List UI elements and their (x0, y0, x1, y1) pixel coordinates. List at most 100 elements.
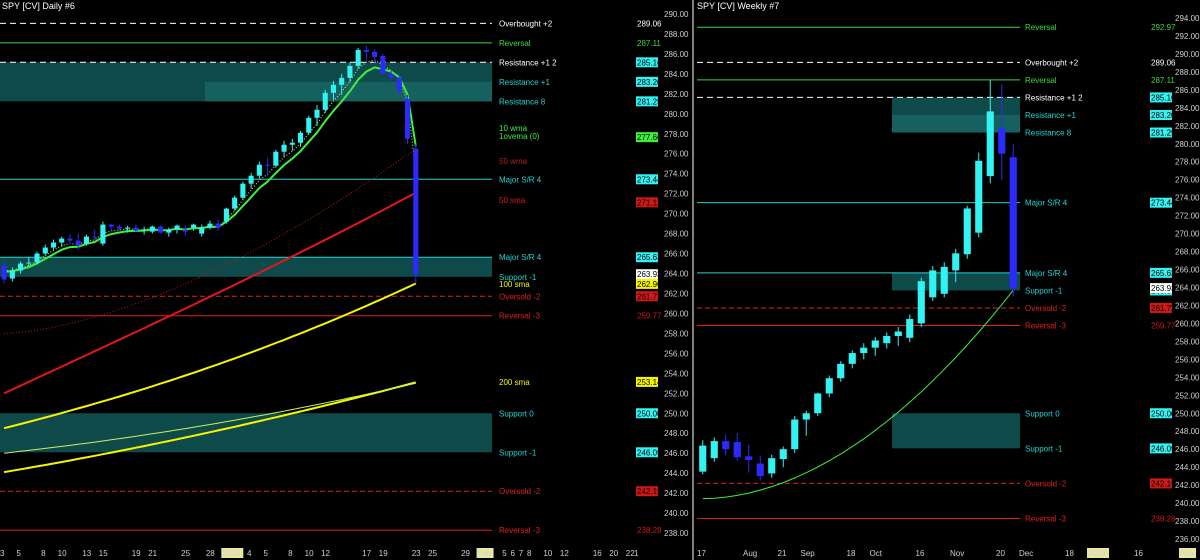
y-tick-label: 250.00 (664, 409, 689, 418)
x-tick-label: 3 (0, 549, 5, 558)
level-value: 273.44 (637, 175, 662, 184)
level-value: 261.72 (1151, 304, 1176, 313)
y-tick-label: 276.00 (1175, 176, 1200, 185)
level-value: 283.20 (637, 78, 662, 87)
level-value: 265.63 (1151, 269, 1176, 278)
price-badge-value: 253.14 (637, 378, 662, 387)
x-tick-label: 12 (560, 549, 569, 558)
level-label: Reversal (1025, 76, 1057, 85)
candle-body (248, 175, 254, 184)
level-label: Support -1 (1025, 444, 1063, 453)
candle-body (722, 441, 730, 450)
candle-body (975, 160, 983, 233)
y-tick-label: 264.00 (664, 270, 689, 279)
level-value: 246.09 (637, 448, 662, 457)
y-tick-label: 282.00 (1175, 122, 1200, 131)
candle-body (768, 458, 776, 474)
x-tick-label: 19 (132, 549, 141, 558)
candle-body (92, 236, 98, 238)
candle-body (745, 456, 753, 460)
candle-body (756, 463, 764, 477)
candle-body (256, 164, 262, 176)
candle-body (67, 238, 73, 241)
candle-body (108, 224, 114, 227)
level-label: Support -1 (499, 448, 537, 457)
candle-body (405, 98, 411, 139)
candle-body (871, 340, 879, 348)
level-label: Resistance +1 2 (499, 58, 557, 67)
candle-body (116, 226, 122, 229)
candle-body (207, 223, 213, 228)
y-tick-label: 238.00 (664, 529, 689, 538)
x-tick-label: 21 (148, 549, 157, 558)
candle-body (860, 347, 868, 354)
candle-body (265, 164, 271, 166)
candle-body (963, 208, 971, 255)
candle-body (75, 240, 81, 246)
candle-body (779, 449, 787, 460)
level-label: Overbought +2 (1025, 58, 1079, 67)
level-value: 281.25 (1151, 129, 1176, 138)
level-value: 250.00 (637, 409, 662, 418)
price-badge-value: 262.96 (637, 280, 662, 289)
level-label: Oversold -2 (1025, 304, 1067, 313)
y-tick-label: 266.00 (1175, 266, 1200, 275)
candle-body (848, 353, 856, 364)
x-tick-label: Feb (478, 549, 492, 558)
price-badge-value: 271.13 (637, 198, 662, 207)
price-badge-value: 263.93 (1151, 284, 1176, 293)
x-tick-label: 12 (321, 549, 330, 558)
y-tick-label: 242.00 (664, 489, 689, 498)
candle-body (232, 197, 238, 209)
candle-body (281, 144, 287, 152)
x-tick-label: 21 (778, 549, 787, 558)
candle-body (306, 117, 312, 133)
candle-body (50, 242, 57, 248)
level-value: 283.20 (1151, 111, 1176, 120)
sma200-label: 200 sma (499, 378, 530, 387)
y-tick-label: 248.00 (1175, 427, 1200, 436)
x-tick-label: 10 (58, 549, 67, 558)
y-tick-label: 290.00 (1175, 50, 1200, 59)
level-value: 265.63 (637, 253, 662, 262)
candle-body (388, 73, 394, 78)
y-tick-label: 252.00 (664, 389, 689, 398)
level-value: 287.11 (637, 39, 661, 48)
x-tick-label: 29 (461, 549, 470, 558)
level-label: Support -1 (1025, 286, 1063, 295)
x-tick-label: 5 (263, 549, 268, 558)
candle-body (355, 49, 361, 66)
level-label: Reversal -3 (1025, 515, 1066, 524)
y-tick-label: 266.00 (664, 250, 689, 259)
level-value: 289.06 (637, 19, 662, 28)
candle-body (699, 445, 707, 472)
candle-body (26, 262, 32, 264)
sr-zone (892, 413, 1020, 449)
y-tick-label: 274.00 (1175, 194, 1200, 203)
weekly-chart-title: SPY [CV] Weekly #7 (697, 1, 779, 11)
level-label: Reversal (499, 39, 531, 48)
candle-body (917, 281, 925, 324)
candle-body (791, 419, 799, 450)
candle-body (166, 229, 172, 233)
y-tick-label: 238.00 (1175, 517, 1200, 526)
x-tick-label: 17 (697, 549, 706, 558)
x-tick-label: 10 (543, 549, 552, 558)
x-tick-label: 23 (412, 549, 421, 558)
y-tick-label: 278.00 (664, 130, 689, 139)
candle-body (396, 77, 402, 91)
x-tick-label: 18 (847, 549, 856, 558)
x-tick-label: 13 (82, 549, 91, 558)
candle-body (34, 253, 40, 263)
dual-stock-chart: SPY [CV] Daily #6 Overbought +2 289.06 Rev… (0, 0, 1200, 560)
candle-body (339, 77, 345, 85)
x-tick-label: 25 (428, 549, 437, 558)
candle-body (825, 378, 833, 394)
x-tick-label: 8 (527, 549, 532, 558)
candle-body (330, 84, 337, 93)
x-tick-label: Sep (801, 549, 816, 558)
y-tick-label: 272.00 (1175, 212, 1200, 221)
candle-body (929, 270, 937, 298)
candle-body (125, 227, 131, 229)
candle-body (59, 238, 65, 243)
